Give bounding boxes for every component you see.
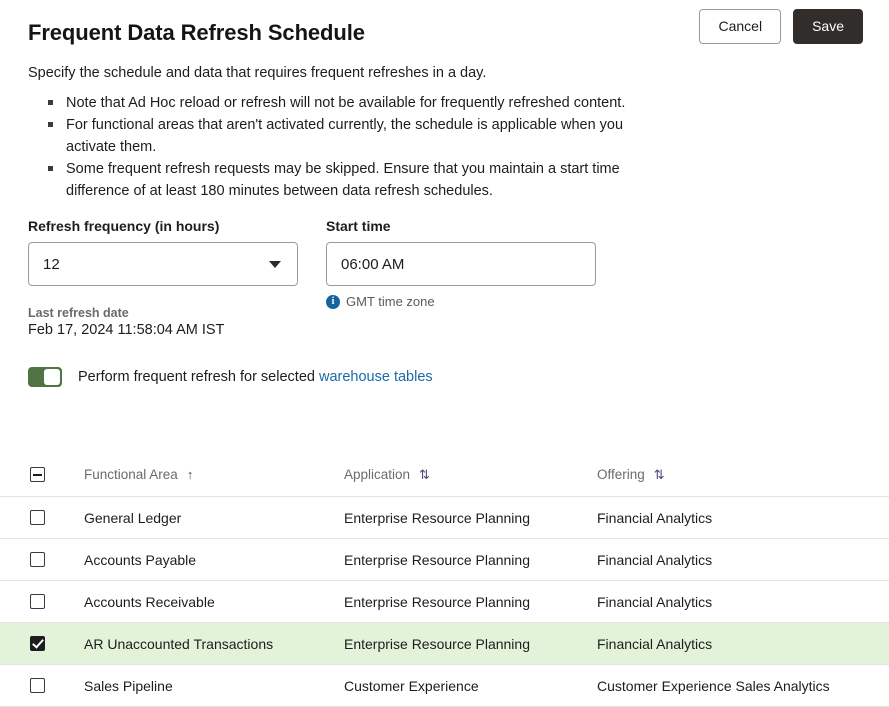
cell-application: Enterprise Resource Planning (344, 552, 597, 568)
cell-application: Enterprise Resource Planning (344, 510, 597, 526)
intro-bullet-list: Note that Ad Hoc reload or refresh will … (46, 92, 666, 202)
schedule-fields: Refresh frequency (in hours) 12 Start ti… (28, 218, 596, 309)
cell-offering: Financial Analytics (597, 552, 889, 568)
list-item: Some frequent refresh requests may be sk… (46, 158, 666, 202)
sort-unsorted-icon[interactable]: ⇅ (419, 468, 430, 481)
sort-ascending-icon[interactable]: ↑ (187, 468, 194, 481)
select-all-checkbox[interactable] (30, 467, 45, 482)
cell-functional-area: Sales Pipeline (84, 678, 344, 694)
column-header-application[interactable]: Application ⇅ (344, 467, 597, 482)
sort-unsorted-icon[interactable]: ⇅ (654, 468, 665, 481)
refresh-frequency-label: Refresh frequency (in hours) (28, 218, 298, 234)
chevron-down-icon (269, 261, 281, 268)
row-select-cell (0, 510, 84, 525)
cell-functional-area: Accounts Payable (84, 552, 344, 568)
cell-application: Enterprise Resource Planning (344, 636, 597, 652)
cell-functional-area: General Ledger (84, 510, 344, 526)
info-icon: i (326, 295, 340, 309)
table-header-row: Functional Area ↑ Application ⇅ Offering… (0, 453, 889, 497)
cell-offering: Financial Analytics (597, 636, 889, 652)
column-header-label: Offering (597, 467, 645, 482)
table-row[interactable]: Accounts Receivable Enterprise Resource … (0, 581, 889, 623)
row-select-cell (0, 594, 84, 609)
start-time-hint-label: GMT time zone (346, 294, 435, 309)
cell-functional-area: AR Unaccounted Transactions (84, 636, 344, 652)
toggle-label-text: Perform frequent refresh for selected (78, 369, 315, 385)
last-refresh-label: Last refresh date (28, 305, 224, 321)
functional-area-table: Functional Area ↑ Application ⇅ Offering… (0, 453, 889, 707)
frequent-refresh-toggle-label: Perform frequent refresh for selected wa… (78, 369, 433, 385)
refresh-frequency-value: 12 (43, 256, 60, 273)
start-time-label: Start time (326, 218, 596, 234)
column-header-functional-area[interactable]: Functional Area ↑ (84, 467, 344, 482)
row-select-cell (0, 552, 84, 567)
header-actions: Cancel Save (699, 9, 863, 44)
last-refresh-block: Last refresh date Feb 17, 2024 11:58:04 … (28, 305, 224, 340)
table-row[interactable]: AR Unaccounted Transactions Enterprise R… (0, 623, 889, 665)
row-select-cell (0, 636, 84, 651)
column-header-label: Functional Area (84, 467, 178, 482)
select-all-cell (0, 467, 84, 482)
cell-application: Enterprise Resource Planning (344, 594, 597, 610)
save-button[interactable]: Save (793, 9, 863, 44)
row-checkbox[interactable] (30, 594, 45, 609)
table-row[interactable]: General Ledger Enterprise Resource Plann… (0, 497, 889, 539)
table-row[interactable]: Accounts Payable Enterprise Resource Pla… (0, 539, 889, 581)
cell-functional-area: Accounts Receivable (84, 594, 344, 610)
row-checkbox[interactable] (30, 636, 45, 651)
refresh-frequency-group: Refresh frequency (in hours) 12 (28, 218, 298, 309)
frequent-refresh-toggle-row: Perform frequent refresh for selected wa… (28, 367, 433, 387)
intro-description: Specify the schedule and data that requi… (28, 65, 486, 81)
cell-offering: Customer Experience Sales Analytics (597, 678, 889, 694)
frequent-refresh-toggle[interactable] (28, 367, 62, 387)
warehouse-tables-link[interactable]: warehouse tables (319, 369, 433, 385)
start-time-group: Start time 06:00 AM i GMT time zone (326, 218, 596, 309)
row-checkbox[interactable] (30, 510, 45, 525)
row-select-cell (0, 678, 84, 693)
toggle-knob (44, 369, 60, 385)
page-title: Frequent Data Refresh Schedule (28, 20, 365, 46)
cell-offering: Financial Analytics (597, 594, 889, 610)
start-time-input[interactable]: 06:00 AM (326, 242, 596, 286)
row-checkbox[interactable] (30, 552, 45, 567)
list-item: For functional areas that aren't activat… (46, 114, 666, 158)
cell-application: Customer Experience (344, 678, 597, 694)
last-refresh-value: Feb 17, 2024 11:58:04 AM IST (28, 321, 224, 340)
column-header-offering[interactable]: Offering ⇅ (597, 467, 889, 482)
column-header-label: Application (344, 467, 410, 482)
table-row[interactable]: Sales Pipeline Customer Experience Custo… (0, 665, 889, 707)
refresh-frequency-select[interactable]: 12 (28, 242, 298, 286)
row-checkbox[interactable] (30, 678, 45, 693)
cell-offering: Financial Analytics (597, 510, 889, 526)
start-time-value: 06:00 AM (341, 256, 404, 273)
start-time-hint: i GMT time zone (326, 294, 596, 309)
list-item: Note that Ad Hoc reload or refresh will … (46, 92, 666, 114)
cancel-button[interactable]: Cancel (699, 9, 781, 44)
